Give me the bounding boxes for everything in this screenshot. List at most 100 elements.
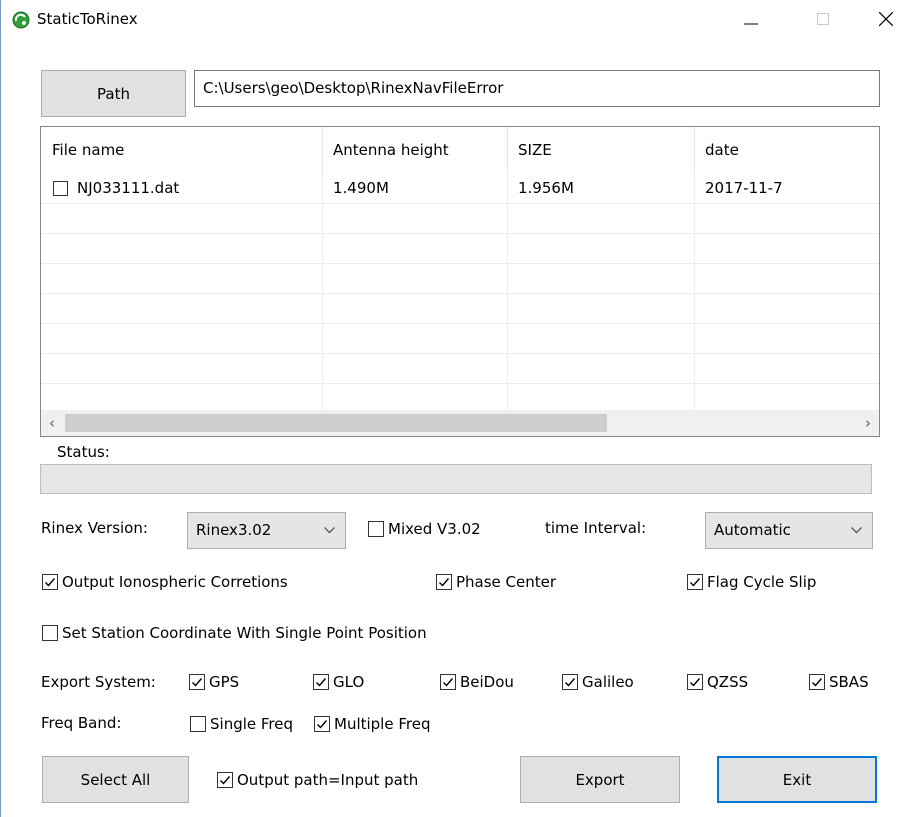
checkmark-icon [45,578,56,587]
cell-file-name: NJ033111.dat [77,179,180,197]
galileo-label: Galileo [582,673,634,691]
ionospheric-corrections-checkbox[interactable]: Output Ionospheric Corretions [42,573,288,591]
column-header-date[interactable]: date [694,127,879,173]
checkbox-box [687,574,703,590]
checkbox-box [440,674,456,690]
checkbox-box [436,574,452,590]
gps-label: GPS [209,673,240,691]
single-freq-label: Single Freq [210,715,294,733]
beidou-checkbox[interactable]: BeiDou [440,673,514,691]
maximize-icon [817,13,829,25]
cell-size: 1.956M [518,179,574,197]
glo-checkbox[interactable]: GLO [313,673,364,691]
checkmark-icon [812,678,823,687]
horizontal-scrollbar[interactable]: ‹ › [41,410,879,436]
flag-cycle-slip-label: Flag Cycle Slip [707,573,817,591]
single-freq-checkbox[interactable]: Single Freq [190,715,293,733]
checkmark-icon [690,678,701,687]
checkmark-icon [316,678,327,687]
checkbox-box [314,716,330,732]
time-interval-label: time Interval: [545,519,647,537]
close-button[interactable] [863,0,909,38]
window-title: StaticToRinex [37,10,138,28]
checkbox-box [42,574,58,590]
close-icon [879,12,893,26]
exit-button[interactable]: Exit [717,756,877,803]
table-row[interactable]: NJ033111.dat 1.490M 1.956M 2017-11-7 [41,173,879,203]
chevron-down-icon [324,513,335,548]
checkbox-box [809,674,825,690]
multiple-freq-checkbox[interactable]: Multiple Freq [314,715,430,733]
station-coordinate-label: Set Station Coordinate With Single Point… [62,624,427,642]
row-checkbox[interactable] [53,181,68,196]
sbas-checkbox[interactable]: SBAS [809,673,869,691]
column-header-file-name[interactable]: File name [41,127,322,173]
mixed-v302-checkbox[interactable]: Mixed V3.02 [368,520,481,538]
minimize-icon [744,23,758,25]
galileo-checkbox[interactable]: Galileo [562,673,634,691]
checkmark-icon [220,776,231,785]
time-interval-select[interactable]: Automatic [705,512,873,549]
path-input[interactable]: C:\Users\geo\Desktop\RinexNavFileError [194,70,880,107]
sbas-label: SBAS [829,673,869,691]
grid-line [41,323,879,324]
ionospheric-corrections-label: Output Ionospheric Corretions [62,573,288,591]
grid-line [41,203,879,204]
station-coordinate-checkbox[interactable]: Set Station Coordinate With Single Point… [42,624,427,642]
grid-line [41,293,879,294]
path-button[interactable]: Path [41,70,186,117]
cell-date: 2017-11-7 [705,179,783,197]
beidou-label: BeiDou [460,673,514,691]
minimize-button[interactable] [728,0,774,38]
checkbox-box [189,674,205,690]
glo-label: GLO [333,673,365,691]
output-path-checkbox[interactable]: Output path=Input path [217,771,418,789]
rinex-version-select[interactable]: Rinex3.02 [187,512,346,549]
column-header-antenna-height[interactable]: Antenna height [322,127,507,173]
status-progress-bar [40,464,872,494]
checkmark-icon [439,578,450,587]
time-interval-value: Automatic [714,521,791,539]
checkbox-box [368,521,384,537]
list-header: File name Antenna height SIZE date [41,127,879,173]
qzss-checkbox[interactable]: QZSS [687,673,748,691]
freq-band-label: Freq Band: [41,714,122,732]
output-path-label: Output path=Input path [237,771,419,789]
scroll-right-icon[interactable]: › [857,410,879,436]
checkmark-icon [565,678,576,687]
checkbox-box [687,674,703,690]
status-label: Status: [57,443,110,461]
checkmark-icon [192,678,203,687]
rinex-version-label: Rinex Version: [41,519,148,537]
gps-checkbox[interactable]: GPS [189,673,239,691]
qzss-label: QZSS [707,673,749,691]
grid-line [41,383,879,384]
export-button[interactable]: Export [520,756,680,803]
maximize-button[interactable] [800,0,846,38]
grid-line [41,353,879,354]
main-window: StaticToRinex Path C:\Users\geo\Desktop\… [0,0,909,817]
phase-center-label: Phase Center [456,573,557,591]
checkmark-icon [690,578,701,587]
file-list[interactable]: File name Antenna height SIZE date NJ033… [40,126,880,437]
column-header-size[interactable]: SIZE [507,127,694,173]
mixed-v302-label: Mixed V3.02 [388,520,481,538]
flag-cycle-slip-checkbox[interactable]: Flag Cycle Slip [687,573,816,591]
checkbox-box [562,674,578,690]
grid-line [41,263,879,264]
export-system-label: Export System: [41,673,156,691]
select-all-button[interactable]: Select All [42,756,189,803]
scrollbar-thumb[interactable] [65,414,607,432]
checkbox-box [190,716,206,732]
phase-center-checkbox[interactable]: Phase Center [436,573,556,591]
checkmark-icon [443,678,454,687]
title-bar: StaticToRinex [1,0,909,38]
scroll-left-icon[interactable]: ‹ [41,410,63,436]
app-icon [12,11,30,29]
checkbox-box [217,772,233,788]
checkbox-box [42,625,58,641]
chevron-down-icon [851,513,862,548]
cell-antenna-height: 1.490M [333,179,389,197]
checkbox-box [313,674,329,690]
grid-line [41,233,879,234]
